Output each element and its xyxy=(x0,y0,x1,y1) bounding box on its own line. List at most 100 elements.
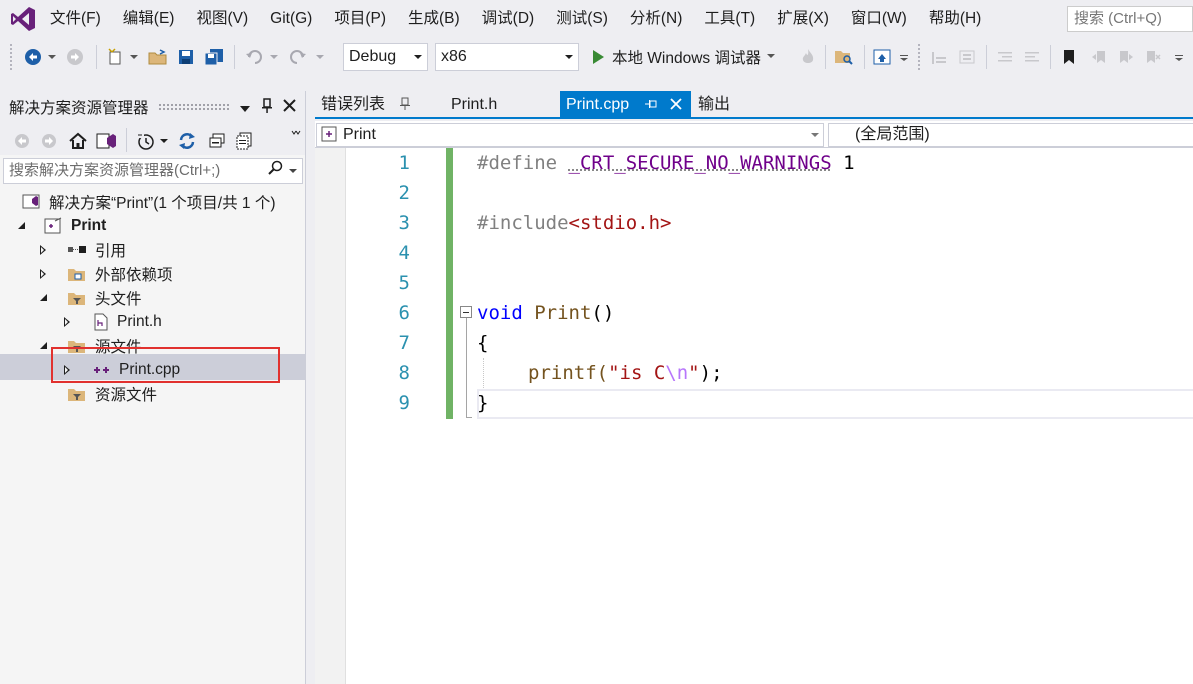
hot-reload-icon[interactable] xyxy=(797,46,819,68)
tab-print-h[interactable]: Print.h xyxy=(445,91,503,119)
collapsed-arrow-icon[interactable] xyxy=(40,245,46,255)
tab-error-list[interactable]: 错误列表 xyxy=(315,91,417,119)
menu-analyze[interactable]: 分析(N) xyxy=(619,0,694,38)
home-icon[interactable] xyxy=(67,130,89,152)
undo-icon[interactable] xyxy=(243,46,265,68)
save-icon[interactable] xyxy=(175,46,197,68)
tree-references-node[interactable]: 引用 xyxy=(40,238,126,262)
expanded-arrow-icon[interactable] xyxy=(40,342,47,349)
code-line-7[interactable]: { xyxy=(477,328,488,358)
collapse-all-icon[interactable] xyxy=(206,130,228,152)
previous-bookmark-icon[interactable] xyxy=(1088,46,1110,68)
menu-test[interactable]: 测试(S) xyxy=(545,0,619,38)
bookmark-icon[interactable] xyxy=(1058,46,1080,68)
clear-bookmarks-icon[interactable] xyxy=(1142,46,1164,68)
menu-view[interactable]: 视图(V) xyxy=(185,0,259,38)
menu-help[interactable]: 帮助(H) xyxy=(918,0,993,38)
tab-print-cpp[interactable]: Print.cpp xyxy=(560,91,691,119)
sync-icon[interactable] xyxy=(176,130,198,152)
class-view-icon[interactable] xyxy=(956,46,978,68)
menu-file[interactable]: 文件(F) xyxy=(46,0,112,38)
indicator-margin[interactable] xyxy=(315,148,345,684)
navigate-forward-icon[interactable] xyxy=(64,46,86,68)
save-all-icon[interactable] xyxy=(203,46,225,68)
new-dropdown-icon[interactable] xyxy=(128,46,140,68)
menu-window[interactable]: 窗口(W) xyxy=(840,0,918,38)
back-icon[interactable] xyxy=(12,130,32,152)
start-debugging-button[interactable]: 本地 Windows 调试器 xyxy=(589,44,781,70)
code-line-3[interactable]: #include<stdio.h> xyxy=(477,208,671,238)
global-search-input[interactable]: 搜索 (Ctrl+Q) xyxy=(1067,6,1193,32)
switch-views-icon[interactable] xyxy=(94,130,118,152)
toolbar-overflow-icon[interactable] xyxy=(1172,46,1186,68)
close-icon[interactable] xyxy=(670,98,682,110)
tree-external-deps-node[interactable]: 外部依赖项 xyxy=(40,262,173,286)
toolbar-grip[interactable] xyxy=(918,44,922,70)
navigate-back-icon[interactable] xyxy=(22,46,44,68)
tree-solution-node[interactable]: 解决方案“Print”(1 个项目/共 1 个) xyxy=(22,190,275,214)
solution-configuration-select[interactable]: Debug xyxy=(343,43,428,71)
macro-name: _CRT_SECURE_NO_WARNINGS xyxy=(568,152,832,174)
browser-link-icon[interactable] xyxy=(870,46,894,68)
menu-edit[interactable]: 编辑(E) xyxy=(112,0,186,38)
menu-git[interactable]: Git(G) xyxy=(259,0,323,38)
redo-dropdown-icon[interactable] xyxy=(314,46,326,68)
solution-platform-select[interactable]: x86 xyxy=(435,43,579,71)
project-scope-select[interactable]: Print xyxy=(316,123,824,147)
code-line-8[interactable]: printf("is C\n"); xyxy=(528,358,723,388)
expanded-arrow-icon[interactable] xyxy=(18,222,25,229)
toolbar-grip[interactable] xyxy=(10,44,14,70)
cpp-project-icon xyxy=(44,217,62,234)
find-in-files-icon[interactable] xyxy=(832,46,856,68)
tree-print-h-node[interactable]: Print.h xyxy=(64,310,162,334)
menu-project[interactable]: 项目(P) xyxy=(323,0,397,38)
window-position-dropdown-icon[interactable] xyxy=(240,100,250,117)
forward-icon[interactable] xyxy=(39,130,59,152)
solution-explorer-titlebar[interactable]: 解决方案资源管理器 xyxy=(0,91,305,123)
solution-search-input[interactable]: 搜索解决方案资源管理器(Ctrl+;) xyxy=(3,158,303,184)
close-icon[interactable] xyxy=(283,99,296,116)
menu-tools[interactable]: 工具(T) xyxy=(693,0,766,38)
pin-icon[interactable] xyxy=(399,97,411,111)
collapsed-arrow-icon[interactable] xyxy=(64,317,70,327)
collapse-outline-icon[interactable] xyxy=(460,306,472,318)
tree-resource-files-node[interactable]: 资源文件 xyxy=(67,382,157,406)
toolbar-overflow-icon[interactable] xyxy=(897,46,911,68)
outdent-icon[interactable] xyxy=(994,46,1016,68)
expanded-arrow-icon[interactable] xyxy=(40,294,47,301)
chevron-down-icon xyxy=(767,54,775,58)
pin-icon[interactable] xyxy=(644,98,658,110)
code-line-1[interactable]: #define _CRT_SECURE_NO_WARNINGS 1 xyxy=(477,148,855,178)
show-all-files-icon[interactable] xyxy=(233,130,255,152)
search-options-dropdown-icon[interactable] xyxy=(289,169,297,173)
step-into-icon[interactable] xyxy=(928,46,950,68)
menu-extensions[interactable]: 扩展(X) xyxy=(766,0,840,38)
undo-dropdown-icon[interactable] xyxy=(268,46,280,68)
search-icon[interactable] xyxy=(268,160,284,184)
tree-project-node[interactable]: Print xyxy=(18,214,106,238)
member-scope-select[interactable]: (全局范围) xyxy=(828,123,1193,147)
pending-changes-filter-icon[interactable] xyxy=(135,130,157,152)
tree-header-files-node[interactable]: 头文件 xyxy=(40,286,142,310)
menu-build[interactable]: 生成(B) xyxy=(397,0,471,38)
collapsed-arrow-icon[interactable] xyxy=(40,269,46,279)
indent-icon[interactable] xyxy=(1021,46,1043,68)
overflow-chevron-icon[interactable] xyxy=(290,123,302,145)
visual-studio-logo-icon[interactable] xyxy=(0,0,46,38)
new-project-icon[interactable] xyxy=(104,46,126,68)
redo-icon[interactable] xyxy=(287,46,309,68)
pin-icon[interactable] xyxy=(261,98,273,118)
back-dropdown-icon[interactable] xyxy=(46,46,58,68)
code-line-9[interactable]: } xyxy=(477,388,488,418)
keyword: void xyxy=(477,302,523,324)
code-editor[interactable]: 1 2 3 4 5 6 7 8 9 #define _CRT_SECURE_NO… xyxy=(315,148,1193,684)
tab-output[interactable]: 输出 xyxy=(692,91,736,119)
menu-debug[interactable]: 调试(D) xyxy=(471,0,546,38)
toolbar-separator xyxy=(1050,45,1051,69)
code-line-6[interactable]: void Print() xyxy=(477,298,614,328)
filter-dropdown-icon[interactable] xyxy=(159,130,169,152)
next-bookmark-icon[interactable] xyxy=(1115,46,1137,68)
open-file-icon[interactable] xyxy=(147,46,169,68)
include-header: <stdio.h> xyxy=(568,212,672,234)
function-name: Print xyxy=(534,302,592,324)
